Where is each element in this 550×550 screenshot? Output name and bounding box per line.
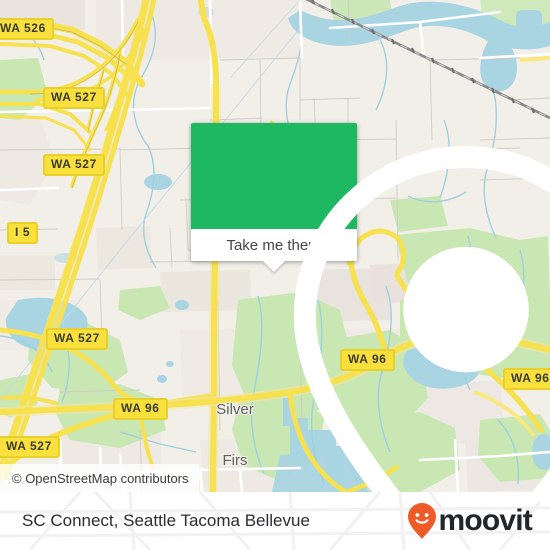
moovit-logo[interactable]: moovit [407,502,533,540]
road-shield-wa527-sw[interactable]: WA 527 [0,436,60,458]
popup-tail-pointer [263,261,285,272]
map-pin-icon [293,145,550,492]
page-title: SC Connect, Seattle Tacoma Bellevue [22,511,310,530]
popup-icon-area [191,123,550,492]
moovit-smiley-pin-icon [408,503,437,539]
location-popup-card[interactable]: Take me there [191,123,550,492]
road-shield-wa527-mid[interactable]: WA 527 [43,154,105,176]
map-attribution[interactable]: © OpenStreetMap contributors [0,464,199,492]
moovit-map-screenshot: WA 526 WA 527 WA 527 I 5 WA 527 WA 96 WA… [0,0,550,550]
map-canvas[interactable]: WA 526 WA 527 WA 527 I 5 WA 527 WA 96 WA… [0,0,550,492]
road-shield-wa527-south[interactable]: WA 527 [46,328,108,350]
road-shield-wa527-north[interactable]: WA 527 [43,87,105,109]
road-shield-wa526[interactable]: WA 526 [0,18,54,40]
moovit-wordmark: moovit [438,504,532,537]
road-shield-i5[interactable]: I 5 [7,222,39,244]
footer-bar: SC Connect, Seattle Tacoma Bellevue moov… [0,492,550,550]
road-shield-wa96-west[interactable]: WA 96 [113,398,168,420]
